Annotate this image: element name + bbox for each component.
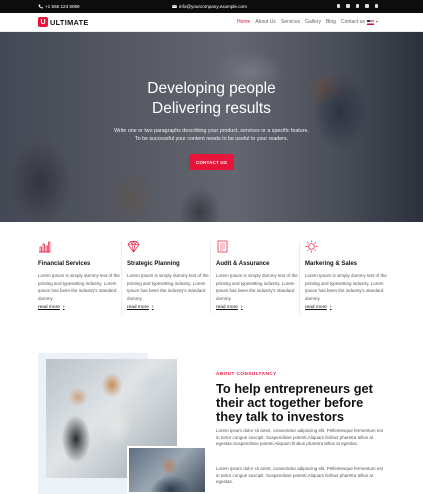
about-eyebrow: ABOUT CONSULTANCY xyxy=(216,371,277,376)
service-card-strategic: Strategic Planning Lorem Ipsum is simply… xyxy=(127,240,212,320)
arrow-right-icon: › xyxy=(329,304,332,310)
diamond-icon xyxy=(127,240,140,253)
read-more-link[interactable]: read more › xyxy=(305,304,332,310)
bar-chart-icon xyxy=(39,241,51,253)
nav-item-contact-us[interactable]: Contact us xyxy=(341,19,365,25)
service-title: Markering & Sales xyxy=(305,261,358,267)
contact-us-button[interactable]: CONTACT US xyxy=(189,154,234,170)
hero-subtitle-line2: To be successful your content needs to b… xyxy=(134,136,289,142)
service-description: Lorem Ipsum is simply dummy text of the … xyxy=(127,273,209,301)
service-description: Lorem Ipsum is simply dummy text of the … xyxy=(216,273,298,301)
service-title: Audit & Assurance xyxy=(216,261,270,267)
read-more-label: read more xyxy=(38,304,60,310)
phone-contact[interactable]: +1 555 123 8069 xyxy=(38,4,80,9)
hero-title-line2: Delivering results xyxy=(152,100,271,117)
service-description: Lorem Ipsum is simply dummy text of the … xyxy=(305,273,387,301)
service-card-financial: Financial Services Lorem Ipsum is simply… xyxy=(38,240,123,320)
phone-number: +1 555 123 8069 xyxy=(45,4,80,9)
read-more-link[interactable]: read more › xyxy=(38,304,65,310)
top-bar: +1 555 123 8069 info@yourcompany.example… xyxy=(0,0,423,13)
email-contact[interactable]: info@yourcompany.example.com xyxy=(172,4,247,9)
services-section: Financial Services Lorem Ipsum is simply… xyxy=(38,240,387,320)
main-navbar: U ULTIMATE Home About Us Services Galler… xyxy=(0,13,423,32)
us-flag-icon[interactable] xyxy=(367,19,374,25)
nav-menu: Home About Us Services Gallery Blog Cont… xyxy=(237,19,365,25)
service-card-marketing: Markering & Sales Lorem Ipsum is simply … xyxy=(305,240,390,320)
service-divider xyxy=(121,242,122,314)
service-card-audit: Audit & Assurance Lorem Ipsum is simply … xyxy=(216,240,301,320)
sun-icon xyxy=(305,240,318,253)
read-more-label: read more xyxy=(305,304,327,310)
logo-mark: U xyxy=(38,17,48,27)
about-paragraph: Lorem ipsum dolor sit amet, consectetur … xyxy=(216,466,383,485)
hero-subtitle-line1: Write one or two paragraphs describing y… xyxy=(114,128,309,134)
github-icon[interactable] xyxy=(374,4,379,9)
mail-icon xyxy=(172,4,177,8)
linkedin-icon[interactable] xyxy=(355,4,360,9)
nav-item-gallery[interactable]: Gallery xyxy=(305,19,321,25)
nav-item-about-us[interactable]: About Us xyxy=(255,19,276,25)
about-title-line1: To help entrepreneurs get xyxy=(216,381,373,396)
nav-item-home[interactable]: Home xyxy=(237,19,250,25)
read-more-label: read more xyxy=(216,304,238,310)
service-divider xyxy=(210,242,211,314)
hero-title-line1: Developing people xyxy=(147,80,276,97)
about-secondary-photo xyxy=(127,446,207,494)
read-more-link[interactable]: read more › xyxy=(127,304,154,310)
logo-text: ULTIMATE xyxy=(50,17,89,27)
twitter-icon[interactable] xyxy=(346,4,351,9)
email-address: info@yourcompany.example.com xyxy=(179,4,247,9)
chevron-down-icon[interactable] xyxy=(376,21,378,23)
service-divider xyxy=(299,242,300,314)
arrow-right-icon: › xyxy=(62,304,65,310)
facebook-icon[interactable] xyxy=(336,4,341,9)
about-title-line3: they talk to investors xyxy=(216,409,345,424)
youtube-icon[interactable] xyxy=(365,4,370,9)
document-icon xyxy=(217,240,228,253)
read-more-label: read more xyxy=(127,304,149,310)
read-more-link[interactable]: read more › xyxy=(216,304,243,310)
arrow-right-icon: › xyxy=(151,304,154,310)
about-title-line2: their act together before xyxy=(216,395,364,410)
logo[interactable]: U ULTIMATE xyxy=(38,17,89,27)
nav-item-services[interactable]: Services xyxy=(281,19,300,25)
hero-banner: Developing people Delivering results Wri… xyxy=(0,32,423,222)
nav-item-blog[interactable]: Blog xyxy=(326,19,336,25)
hero-content: Developing people Delivering results Wri… xyxy=(0,32,423,222)
service-title: Strategic Planning xyxy=(127,261,180,267)
phone-icon xyxy=(38,4,43,9)
arrow-right-icon: › xyxy=(240,304,243,310)
service-description: Lorem Ipsum is simply dummy text of the … xyxy=(38,273,120,301)
service-title: Financial Services xyxy=(38,261,91,267)
about-paragraph: Lorem ipsum dolor sit amet, consectetur … xyxy=(216,428,383,447)
social-links xyxy=(336,4,379,9)
